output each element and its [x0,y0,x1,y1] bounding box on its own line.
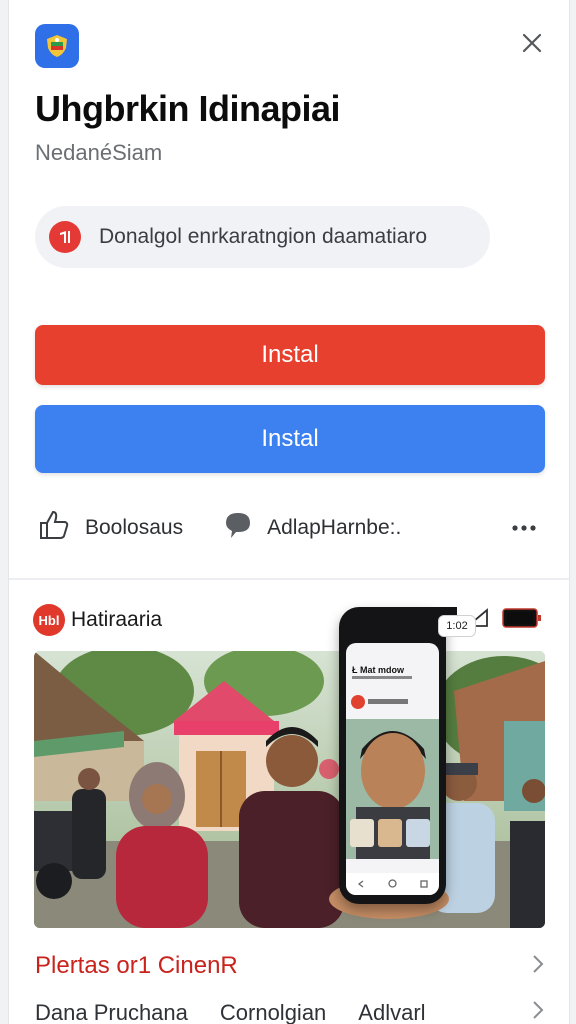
post-caption-link[interactable]: Plertas or1 CinenR [35,948,545,984]
battery-icon [501,606,543,635]
post-author: Hatiraaria [71,608,163,631]
phone-screen-avatar [351,695,365,709]
post-photo[interactable] [34,651,545,928]
bottom-link-1[interactable]: Dana Pruchana [35,1000,188,1024]
bottom-link-3[interactable]: Adlvarl [358,1000,425,1024]
comment-label: AdlapHarnbe:. [267,516,402,539]
like-label: Boolosaus [85,516,184,539]
app-install-sheet: Uhgbrkin Idinapiai NedanéSiam Donalgol e… [8,0,570,1024]
action-bar: Boolosaus AdlapHarnbe:. [35,506,545,550]
phone-screen-title: Ł Mat mdow [352,665,404,675]
app-shield-icon [35,24,79,68]
more-dots-icon[interactable] [511,519,537,537]
phone-nav-bar [346,873,439,895]
phone-screen-subtitle-line [352,676,412,679]
install-button-secondary[interactable]: Instal [35,405,545,473]
chevron-right-icon [531,954,545,979]
bottom-links: Dana Pruchana Cornolgian Adlvarl [35,996,545,1024]
like-button[interactable]: Boolosaus [37,508,183,548]
status-icons [465,606,543,635]
phone-time-badge: 1:02 [438,615,476,637]
phone-screen-photo [346,719,439,859]
phone-screen: Ł Mat mdow [346,643,439,895]
phone-mockup: 1:02 Ł Mat mdow [339,607,476,904]
comment-button[interactable]: AdlapHarnbe:. [223,510,401,546]
phone-recent-icon [419,875,428,893]
post-header[interactable]: Hbl Hatiraaria [33,604,162,636]
comment-bubble-icon [223,510,253,546]
alert-badge-icon [49,221,81,253]
avatar: Hbl [33,604,65,636]
thumbs-up-icon [37,508,71,548]
section-divider [9,578,569,580]
bottom-link-2[interactable]: Cornolgian [220,1000,326,1024]
phone-home-icon [388,875,397,893]
install-button-primary[interactable]: Instal [35,325,545,385]
app-publisher: NedanéSiam [35,140,163,165]
phone-screen-name-line [368,699,408,704]
notice-pill[interactable]: Donalgol enrkaratngion daamatiaro [35,206,490,268]
post-caption: Plertas or1 CinenR [35,952,238,979]
close-icon[interactable] [519,30,545,56]
app-title: Uhgbrkin Idinapiai [35,88,341,129]
notice-text: Donalgol enrkaratngion daamatiaro [99,225,428,248]
chevron-right-icon[interactable] [531,1000,545,1024]
phone-back-icon [357,875,365,893]
